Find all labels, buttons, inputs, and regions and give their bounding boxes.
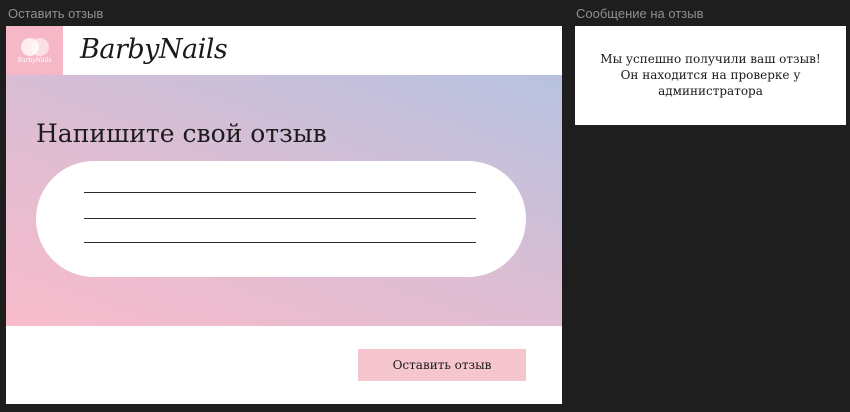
success-message-line: администратора — [658, 84, 763, 98]
review-input-line — [84, 242, 476, 243]
page-title: Напишите свой отзыв — [36, 118, 327, 148]
review-section: Напишите свой отзыв — [6, 75, 562, 326]
logo[interactable]: BarbyNails — [6, 26, 63, 75]
logo-circles-icon — [21, 38, 49, 58]
review-input-line — [84, 192, 476, 193]
success-message-line: Мы успешно получили ваш отзыв! — [600, 52, 821, 66]
submit-review-button[interactable]: Оставить отзыв — [358, 349, 526, 381]
leave-review-frame: BarbyNails BarbyNails Напишите свой отзы… — [6, 26, 562, 404]
frame-label-review-message: Сообщение на отзыв — [576, 6, 704, 21]
brand-name: BarbyNails — [80, 34, 228, 65]
review-message-frame: Мы успешно получили ваш отзыв! Он находи… — [575, 26, 846, 125]
success-message-line: Он находится на проверке у — [620, 68, 801, 82]
logo-text: BarbyNails — [17, 57, 52, 64]
review-input[interactable] — [36, 161, 526, 277]
frame-label-leave-review: Оставить отзыв — [8, 6, 104, 21]
site-header: BarbyNails BarbyNails — [6, 26, 562, 75]
success-message: Мы успешно получили ваш отзыв! Он находи… — [575, 51, 846, 99]
review-footer: Оставить отзыв — [6, 326, 562, 404]
review-input-line — [84, 218, 476, 219]
